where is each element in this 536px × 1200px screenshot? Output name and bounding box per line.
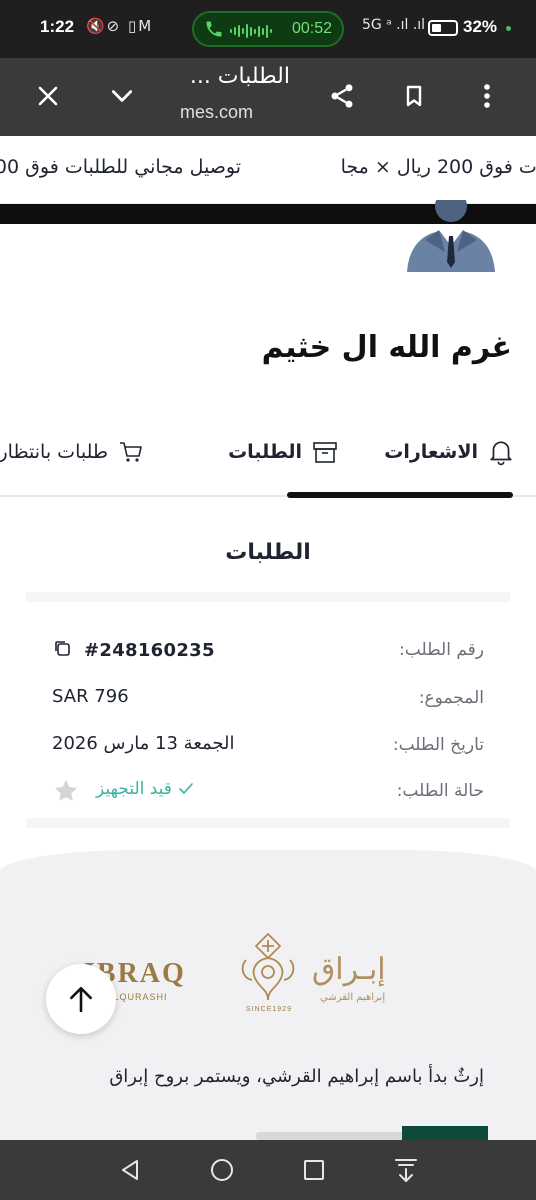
share-icon	[331, 84, 353, 108]
tab-orders[interactable]: الطلبات	[228, 434, 338, 470]
order-date-label: تاريخ الطلب:	[392, 735, 484, 755]
order-status-label: حالة الطلب:	[396, 781, 484, 801]
order-date: الجمعة 13 مارس 2026	[52, 733, 235, 754]
promo-banner: توصيل مجاني للطلبات فوق 200 ريال لطلبات …	[0, 136, 536, 204]
hide-navbar-icon	[395, 1159, 417, 1182]
order-number: #248160235	[84, 640, 215, 661]
brand-since: SINCE1929	[246, 1006, 292, 1013]
expand-button[interactable]	[102, 76, 142, 116]
page-url[interactable]: mes.com	[180, 102, 253, 123]
tabs-active-indicator	[287, 492, 513, 498]
account-tabs: الاشعارات الطلبات طلبات بانتظار ا	[0, 420, 536, 500]
nav-recents-button[interactable]	[296, 1154, 332, 1186]
status-bar: 1:22 🔇⊘ ▯M 00:52 5G ᵃ .ıl .ıl 32%	[0, 0, 536, 58]
star-icon[interactable]	[52, 777, 80, 805]
scroll-to-top-button[interactable]	[46, 964, 116, 1034]
brand-logo-ar-sub: إبراهيم القرشي	[320, 992, 386, 1003]
system-nav-bar	[0, 1140, 536, 1200]
close-icon	[38, 86, 58, 106]
recents-square-icon	[304, 1160, 324, 1180]
order-total-label: المجموع:	[418, 688, 484, 708]
arrow-up-icon	[70, 986, 92, 1013]
tab-orders-label: الطلبات	[228, 441, 302, 463]
order-number-value-wrap: #248160235	[52, 638, 215, 661]
footer-tagline: إرثٌ بدأ باسم إبراهيم القرشي، ويستمر برو…	[109, 1066, 484, 1087]
tab-waiting-label: طلبات بانتظار ا	[0, 441, 108, 463]
close-tab-button[interactable]	[28, 76, 68, 116]
profile-name: غرم الله ال خثيم	[261, 330, 512, 365]
battery-icon	[428, 20, 458, 36]
bell-icon	[490, 441, 512, 466]
order-card[interactable]: رقم الطلب: #248160235 المجموع: SAR 796 ت…	[26, 592, 510, 828]
nav-home-button[interactable]	[204, 1154, 240, 1186]
network-indicators: 5G ᵃ .ıl .ıl	[362, 17, 426, 33]
more-options-button[interactable]	[467, 76, 507, 116]
promo-text: توصيل مجاني للطلبات فوق 200 ريال	[0, 156, 241, 178]
nav-back-button[interactable]	[112, 1154, 148, 1186]
order-status-row: حالة الطلب: قيد التجهيز	[26, 777, 510, 807]
call-waveform-icon	[230, 23, 274, 39]
footer-badge	[402, 1126, 488, 1140]
brand-emblem-icon	[241, 932, 295, 1001]
order-total-row: المجموع: SAR 796	[26, 684, 510, 714]
order-number-row: رقم الطلب: #248160235	[26, 636, 510, 666]
order-status: قيد التجهيز	[96, 779, 172, 799]
tab-notifications-label: الاشعارات	[384, 441, 478, 463]
copy-icon[interactable]	[52, 638, 72, 658]
archive-box-icon	[313, 442, 337, 463]
phone-icon	[206, 21, 222, 37]
orders-section-title: الطلبات	[225, 540, 311, 565]
more-vert-icon	[484, 84, 490, 108]
brand-logo-ar: إبـراق	[312, 952, 386, 987]
order-status-wrap: قيد التجهيز	[96, 779, 194, 799]
browser-toolbar: الطلبات ... mes.com	[0, 58, 536, 136]
tab-notifications[interactable]: الاشعارات	[384, 434, 514, 470]
call-duration: 00:52	[291, 20, 332, 37]
nav-hide-button[interactable]	[388, 1154, 424, 1186]
status-time: 1:22	[40, 17, 75, 36]
share-button[interactable]	[322, 76, 362, 116]
back-triangle-icon	[122, 1160, 138, 1180]
bookmark-icon	[406, 85, 422, 107]
user-avatar-icon	[407, 200, 495, 272]
promo-text-repeat: لطلبات فوق 200 ريال × مجا	[340, 156, 536, 178]
order-number-label: رقم الطلب:	[399, 640, 484, 660]
bookmark-button[interactable]	[394, 76, 434, 116]
chevron-down-icon	[111, 90, 133, 102]
check-icon	[179, 783, 193, 795]
order-total: SAR 796	[52, 686, 129, 707]
battery-percent: 32%	[463, 17, 498, 36]
active-call-pill[interactable]: 00:52	[192, 11, 344, 47]
privacy-dot-icon	[506, 26, 511, 31]
tab-waiting-orders[interactable]: طلبات بانتظار ا	[0, 434, 144, 470]
status-left-icons: 🔇⊘ ▯M	[86, 17, 154, 35]
home-circle-icon	[211, 1159, 233, 1181]
avatar	[405, 200, 497, 272]
cart-icon	[120, 442, 142, 462]
order-date-row: تاريخ الطلب: الجمعة 13 مارس 2026	[26, 731, 510, 761]
page-title: الطلبات ...	[189, 64, 290, 89]
